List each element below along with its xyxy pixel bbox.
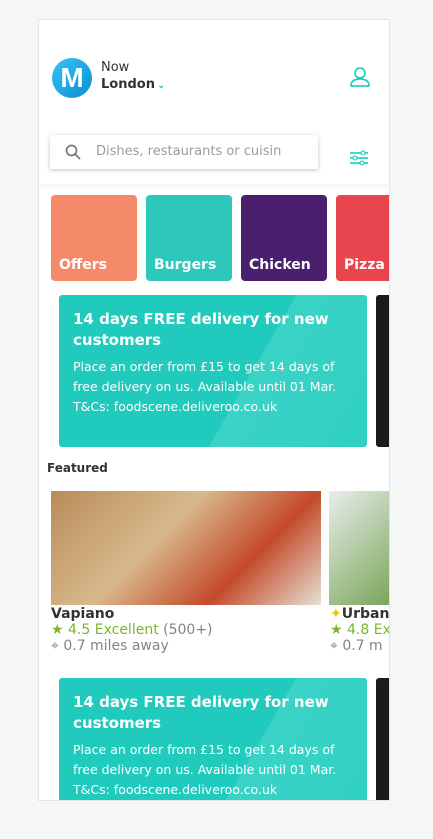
search-placeholder: Dishes, restaurants or cuisin — [96, 144, 282, 159]
category-label: Offers — [59, 257, 107, 273]
location-label: London — [101, 77, 155, 92]
rating: 4.8 Ex — [347, 622, 390, 638]
category-label: Burgers — [154, 257, 217, 273]
header-divider — [39, 180, 389, 184]
location-pin-icon: ⌖ — [51, 638, 59, 654]
category-offers[interactable]: Offers — [51, 195, 137, 281]
promo-title: 14 days FREE delivery for new customers — [73, 693, 329, 732]
restaurant-image[interactable] — [329, 491, 389, 605]
restaurant-card[interactable]: ✦Urban ★ 4.8 Ex ⌖ 0.7 m — [330, 606, 390, 654]
distance: 0.7 m — [342, 638, 383, 654]
app-logo: M — [52, 58, 92, 98]
location-selector[interactable]: London ⌄ — [101, 77, 165, 92]
category-pizza[interactable]: Pizza — [336, 195, 389, 281]
promo-card-next[interactable] — [376, 295, 389, 447]
account-icon[interactable] — [349, 66, 371, 88]
app-screen: M Now London ⌄ Dishes, restaurants or cui… — [38, 19, 390, 801]
promo-body: Place an order from £15 to get 14 days o… — [73, 742, 337, 797]
promo-card[interactable]: 14 days FREE delivery for new customers P… — [59, 295, 367, 447]
restaurant-name: Urban — [341, 606, 390, 622]
promo-title: 14 days FREE delivery for new customers — [73, 310, 329, 349]
chevron-down-icon: ⌄ — [156, 80, 166, 91]
delivery-time: Now — [101, 60, 130, 75]
filter-icon[interactable] — [349, 150, 369, 166]
rating-count: (500+) — [163, 622, 213, 638]
search-icon — [65, 144, 81, 160]
restaurant-name: Vapiano — [51, 606, 115, 622]
restaurant-image[interactable] — [51, 491, 321, 605]
star-icon: ★ — [330, 622, 343, 638]
category-label: Chicken — [249, 257, 311, 273]
distance: 0.7 miles away — [63, 638, 169, 654]
category-burgers[interactable]: Burgers — [146, 195, 232, 281]
sparkle-icon: ✦ — [330, 606, 342, 622]
promo-body: Place an order from £15 to get 14 days o… — [73, 359, 337, 414]
promo-card-next[interactable] — [376, 678, 389, 800]
category-label: Pizza — [344, 257, 385, 273]
rating: 4.5 Excellent — [68, 622, 159, 638]
star-icon: ★ — [51, 622, 64, 638]
category-chicken[interactable]: Chicken — [241, 195, 327, 281]
search-input[interactable]: Dishes, restaurants or cuisin — [50, 135, 318, 169]
restaurant-card[interactable]: Vapiano ★ 4.5 Excellent (500+) ⌖ 0.7 mil… — [51, 606, 213, 654]
promo-card[interactable]: 14 days FREE delivery for new customers P… — [59, 678, 367, 800]
featured-heading: Featured — [47, 461, 108, 475]
location-pin-icon: ⌖ — [330, 638, 338, 654]
